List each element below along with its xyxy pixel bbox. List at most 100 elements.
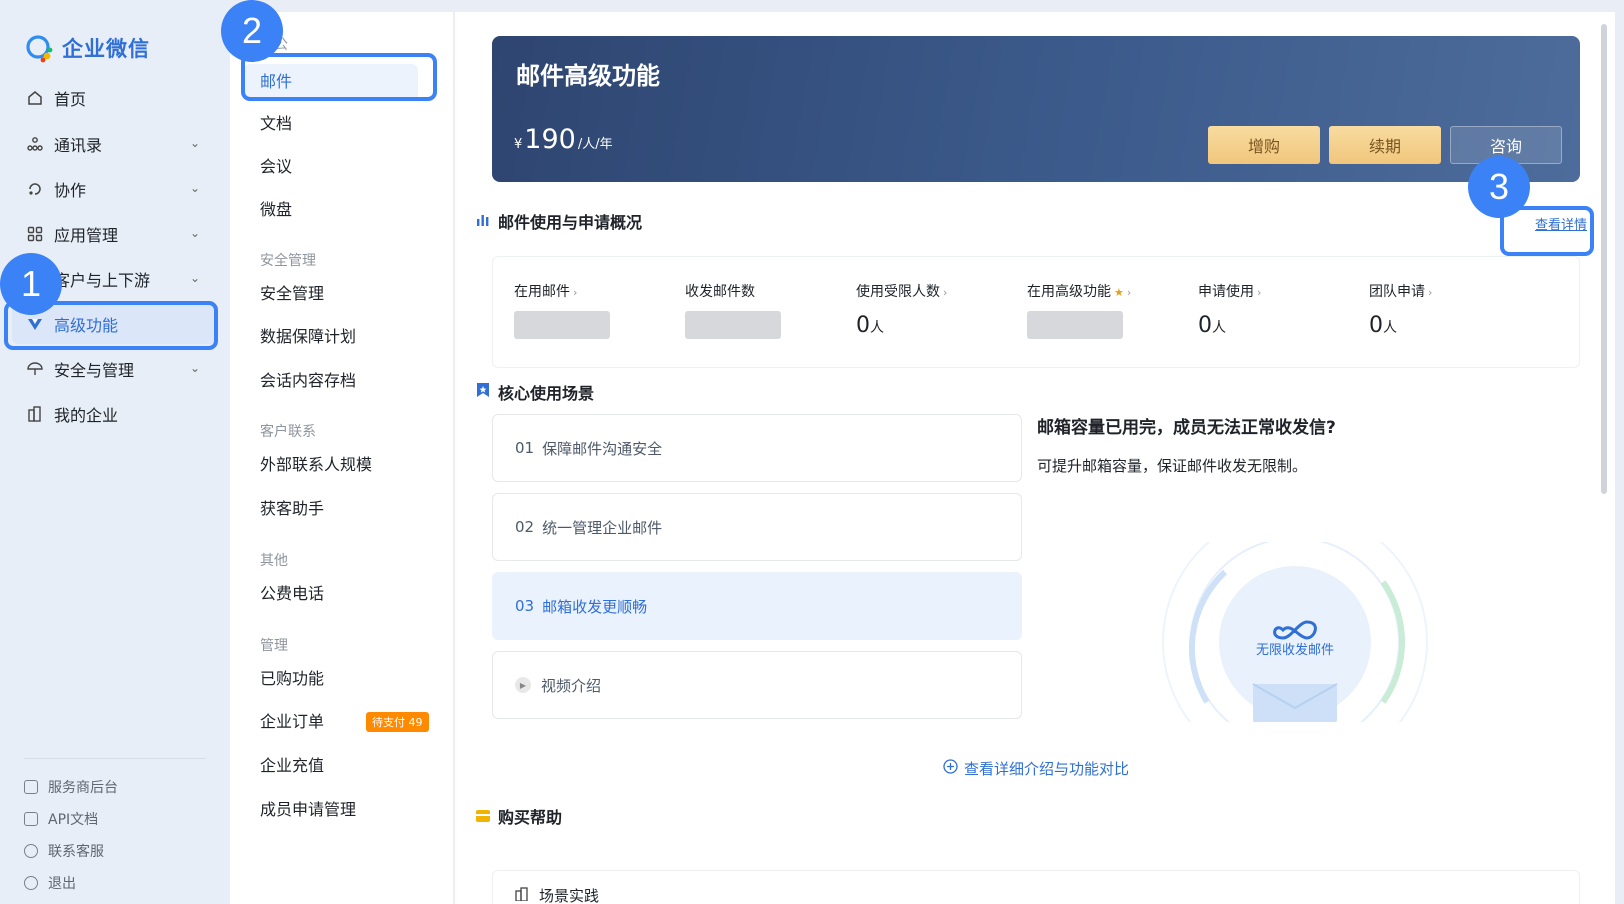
power-icon [24,876,38,890]
scenario-practice-item[interactable]: 场景实践 [515,885,599,904]
subnav-item-recharge[interactable]: 企业充值 [260,752,324,776]
bar-chart-icon [476,212,490,231]
highlight-box-mail [241,53,437,101]
chevron-right-icon: › [1428,286,1433,299]
scene-item[interactable]: 02 统一管理企业邮件 [492,493,1022,561]
subnav-item-orders[interactable]: 企业订单 [260,708,324,732]
usage-section-title: 邮件使用与申请概况 [476,209,642,233]
subnav-item-external-contacts[interactable]: 外部联系人规模 [260,451,372,475]
renew-button[interactable]: 续期 [1329,126,1441,164]
page-title: 邮件高级功能 [516,62,660,90]
subnav-item-archive[interactable]: 会话内容存档 [260,367,356,391]
scrollbar[interactable] [1601,24,1607,494]
document-icon [24,812,38,826]
subnav-item-drive[interactable]: 微盘 [260,196,292,220]
sidebar-item-home[interactable]: 首页 [12,78,216,118]
vip-crown-icon: ★ [1114,286,1124,299]
app-logo[interactable]: 企业微信 [24,33,150,63]
chevron-down-icon: ⌄ [189,181,200,195]
group-other: 其他 [260,553,288,569]
feature-banner: 邮件高级功能 ¥ 190 /人/年 增购 续期 咨询 [492,36,1580,182]
step-marker-1: 1 [0,253,62,315]
pending-payment-badge: 待支付 49 [366,712,429,732]
card-icon [476,807,490,826]
footer-provider-admin[interactable]: 服务商后台 [24,777,118,797]
headset-icon [24,844,38,858]
redacted-value [685,311,781,339]
home-icon [26,89,44,107]
chevron-down-icon: ⌄ [189,136,200,150]
help-card: 场景实践 [492,870,1580,904]
chevron-right-icon: › [573,286,578,299]
video-intro-button[interactable]: ▶ 视频介绍 [492,651,1022,719]
price: ¥ 190 /人/年 [514,124,613,155]
company-icon [26,405,44,423]
subnav-item-meeting[interactable]: 会议 [260,153,292,177]
help-section-title: 购买帮助 [476,804,562,828]
illustration-label: 无限收发邮件 [1255,643,1334,658]
sub-navigation: 办公 邮件 文档 会议 微盘 安全管理 安全管理 数据保障计划 会话内容存档 客… [230,12,454,904]
unlimited-mail-illustration: 无限收发邮件 [1155,509,1435,775]
play-icon: ▶ [515,677,531,693]
building-icon [515,886,529,904]
wecom-logo-icon [24,33,56,63]
sidebar-item-label: 通讯录 [54,136,103,155]
step-marker-2: 2 [221,0,283,62]
plus-circle-icon [943,759,958,778]
subnav-item-member-apply[interactable]: 成员申请管理 [260,796,356,820]
scene-item-selected[interactable]: 03 邮箱收发更顺畅 [492,572,1022,640]
promo-description: 可提升邮箱容量，保证邮件收发无限制。 [1037,457,1308,475]
footer-label: 退出 [48,876,76,892]
subnav-item-phone[interactable]: 公费电话 [260,580,324,604]
illustration-graphic [1162,509,1428,775]
group-customer: 客户联系 [260,424,316,440]
main-content: 邮件高级功能 ¥ 190 /人/年 增购 续期 咨询 邮件使用与申请概况 查看详… [455,12,1615,904]
redacted-value [1027,311,1123,339]
scenes-section-title: 核心使用场景 [476,380,594,404]
apps-icon [26,225,44,243]
add-purchase-button[interactable]: 增购 [1208,126,1320,164]
org-icon [26,135,44,153]
sidebar-item-my-company[interactable]: 我的企业 [12,394,216,434]
subnav-item-acquire[interactable]: 获客助手 [260,495,324,519]
chevron-right-icon: › [943,286,948,299]
subnav-item-docs[interactable]: 文档 [260,110,292,134]
scene-item[interactable]: 01 保障邮件沟通安全 [492,414,1022,482]
divider [24,758,206,759]
sidebar-item-label: 我的企业 [54,406,119,425]
stat-team-apply[interactable]: 团队申请 › 0人 [1369,281,1432,338]
stat-advanced-in-use[interactable]: 在用高级功能 ★ › [1027,281,1131,339]
price-unit: /人/年 [577,137,613,152]
sidebar-item-apps[interactable]: 应用管理 ⌄ [12,214,216,254]
chevron-down-icon: ⌄ [189,226,200,240]
currency-symbol: ¥ [514,137,523,152]
sidebar-item-label: 客户与上下游 [54,271,151,290]
stat-limited-users[interactable]: 使用受限人数 › 0人 [856,281,947,338]
compare-features-link[interactable]: 查看详细介绍与功能对比 [943,758,1129,779]
stat-mail-in-use[interactable]: 在用邮件 › [514,281,610,339]
sidebar-item-contacts[interactable]: 通讯录 ⌄ [12,124,216,164]
subnav-item-security[interactable]: 安全管理 [260,280,324,304]
bookmark-star-icon [476,382,490,402]
subnav-item-purchased[interactable]: 已购功能 [260,665,324,689]
chevron-right-icon: › [1257,286,1262,299]
sidebar-item-label: 首页 [54,90,87,109]
footer-support[interactable]: 联系客服 [24,841,104,861]
footer-api-docs[interactable]: API文档 [24,809,98,829]
footer-logout[interactable]: 退出 [24,873,76,893]
stat-apply-use[interactable]: 申请使用 › 0人 [1198,281,1261,338]
chevron-down-icon: ⌄ [189,361,200,375]
sidebar-item-label: 安全与管理 [54,361,135,380]
provider-icon [24,780,38,794]
chevron-down-icon: ⌄ [189,271,200,285]
sidebar-item-security[interactable]: 安全与管理 ⌄ [12,349,216,389]
footer-label: 联系客服 [48,844,104,860]
sidebar-item-collab[interactable]: 协作 ⌄ [12,169,216,209]
redacted-value [514,311,610,339]
subnav-item-data-guard[interactable]: 数据保障计划 [260,323,356,347]
step-marker-3: 3 [1468,156,1530,218]
sidebar: 企业微信 首页 通讯录 ⌄ 协作 ⌄ 应用管理 ⌄ 客户与上下游 ⌄ 高级功能 … [0,0,230,904]
usage-stats-card: 在用邮件 › 收发邮件数 使用受限人数 › 0人 在用高级功能 ★ › 申请使用 › 0人… [492,256,1580,368]
app-name: 企业微信 [62,37,150,61]
stat-mail-count: 收发邮件数 [685,281,781,339]
